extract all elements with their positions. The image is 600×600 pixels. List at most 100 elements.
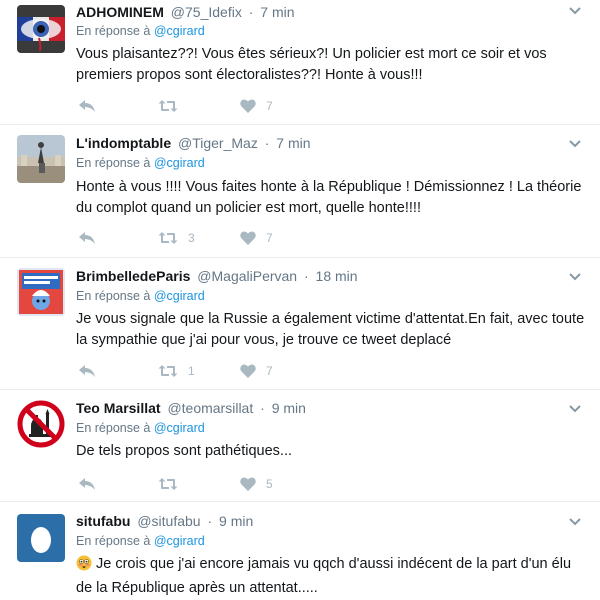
more-options-button[interactable]: [567, 135, 583, 151]
reply-button[interactable]: [78, 97, 96, 115]
reply-to-user-link[interactable]: @cgirard: [154, 24, 205, 38]
chevron-down-icon: [569, 140, 581, 148]
retweet-button[interactable]: 1: [158, 362, 195, 380]
timestamp[interactable]: 18 min: [316, 268, 358, 284]
timestamp[interactable]: 9 min: [219, 513, 253, 529]
avatar[interactable]: [17, 5, 65, 53]
separator-dot: ·: [260, 400, 265, 416]
user-handle[interactable]: @situfabu: [137, 513, 200, 529]
separator-dot: ·: [264, 135, 270, 151]
heart-icon: [240, 99, 256, 113]
reply-icon: [79, 232, 95, 244]
like-button[interactable]: 7: [240, 229, 273, 247]
more-options-button[interactable]: [567, 268, 583, 284]
tweet-text: Je vous signale que la Russie a égalemen…: [76, 311, 585, 348]
separator-dot: ·: [248, 4, 254, 20]
retweet-icon: [158, 365, 178, 377]
retweet-count: 1: [188, 364, 195, 378]
reply-to-user-link[interactable]: @cgirard: [154, 156, 205, 170]
like-button[interactable]: 7: [240, 97, 273, 115]
timestamp[interactable]: 9 min: [272, 400, 306, 416]
heart-icon: [240, 477, 256, 491]
user-handle[interactable]: @MagaliPervan: [197, 268, 297, 284]
retweet-icon: [158, 100, 178, 112]
separator-dot: ·: [303, 268, 309, 284]
retweet-button[interactable]: [158, 475, 188, 493]
heart-icon: [240, 364, 256, 378]
tweet-text: Vous plaisantez??! Vous êtes sérieux?! U…: [76, 46, 547, 83]
tweet-card[interactable]: L'indomptable @Tiger_Maz · 7 min En répo…: [0, 125, 600, 258]
more-options-button[interactable]: [567, 513, 583, 529]
like-count: 7: [266, 231, 273, 245]
tweet-text-content: Je crois que j'ai encore jamais vu qqch …: [76, 556, 572, 596]
reply-context: En réponse à @cgirard: [76, 533, 205, 549]
tweet-card[interactable]: BrimbelledeParis @MagaliPervan · 18 min …: [0, 258, 600, 390]
eye-flag-avatar-icon: [17, 5, 65, 53]
tweet-header: ADHOMINEM @75_Idefix · 7 min: [76, 3, 295, 21]
action-bar: 5: [76, 475, 476, 493]
retweet-button[interactable]: 3: [158, 229, 195, 247]
reply-button[interactable]: [78, 475, 96, 493]
chevron-down-icon: [569, 273, 581, 281]
avatar[interactable]: [17, 514, 65, 562]
reply-prefix: En réponse à: [76, 156, 151, 170]
display-name[interactable]: BrimbelledeParis: [76, 268, 190, 284]
like-count: 5: [266, 477, 273, 491]
reply-prefix: En réponse à: [76, 24, 151, 38]
more-options-button[interactable]: [567, 2, 583, 18]
timestamp[interactable]: 7 min: [260, 4, 294, 20]
chevron-down-icon: [569, 518, 581, 526]
user-handle[interactable]: @75_Idefix: [171, 4, 242, 20]
user-handle[interactable]: @teomarsillat: [167, 400, 253, 416]
display-name[interactable]: situfabu: [76, 513, 130, 529]
tweet-card[interactable]: ADHOMINEM @75_Idefix · 7 min En réponse …: [0, 0, 600, 125]
like-count: 7: [266, 364, 273, 378]
avatar[interactable]: [17, 400, 65, 448]
display-name[interactable]: ADHOMINEM: [76, 4, 164, 20]
tweet-text: Je crois que j'ai encore jamais vu qqch …: [76, 554, 590, 599]
timestamp[interactable]: 7 min: [276, 135, 310, 151]
more-options-button[interactable]: [567, 400, 583, 416]
user-handle[interactable]: @Tiger_Maz: [178, 135, 258, 151]
reply-prefix: En réponse à: [76, 534, 151, 548]
statue-square-avatar-icon: [17, 135, 65, 183]
tweet-feed: ADHOMINEM @75_Idefix · 7 min En réponse …: [0, 0, 600, 600]
retweet-count: 3: [188, 231, 195, 245]
avatar[interactable]: [17, 268, 65, 316]
reply-button[interactable]: [78, 362, 96, 380]
display-name[interactable]: Teo Marsillat: [76, 400, 161, 416]
reply-context: En réponse à @cgirard: [76, 420, 205, 436]
reply-context: En réponse à @cgirard: [76, 23, 205, 39]
like-count: 7: [266, 99, 273, 113]
default-egg-avatar-icon: [17, 514, 65, 562]
reply-to-user-link[interactable]: @cgirard: [154, 421, 205, 435]
tweet-header: BrimbelledeParis @MagaliPervan · 18 min: [76, 267, 358, 285]
action-bar: 7: [76, 97, 476, 115]
reply-to-user-link[interactable]: @cgirard: [154, 534, 205, 548]
tweet-text: Honte à vous !!!! Vous faites honte à la…: [76, 179, 582, 216]
reply-icon: [79, 365, 95, 377]
prohibited-mosque-avatar-icon: [17, 400, 65, 448]
tweet-header: L'indomptable @Tiger_Maz · 7 min: [76, 134, 311, 152]
action-bar: 1 7: [76, 362, 476, 380]
chevron-down-icon: [569, 405, 581, 413]
flushed-face-emoji-icon: [76, 555, 92, 578]
avatar[interactable]: [17, 135, 65, 183]
tweet-card[interactable]: situfabu @situfabu · 9 min En réponse à …: [0, 502, 600, 600]
display-name[interactable]: L'indomptable: [76, 135, 171, 151]
retweet-button[interactable]: [158, 97, 188, 115]
reply-context: En réponse à @cgirard: [76, 288, 205, 304]
tweet-header: situfabu @situfabu · 9 min: [76, 512, 253, 530]
reply-to-user-link[interactable]: @cgirard: [154, 289, 205, 303]
separator-dot: ·: [207, 513, 213, 529]
smurf-poster-avatar-icon: [17, 268, 65, 316]
reply-button[interactable]: [78, 229, 96, 247]
like-button[interactable]: 5: [240, 475, 273, 493]
action-bar: 3 7: [76, 229, 476, 247]
reply-context: En réponse à @cgirard: [76, 155, 205, 171]
reply-icon: [79, 478, 95, 490]
like-button[interactable]: 7: [240, 362, 273, 380]
reply-icon: [79, 100, 95, 112]
retweet-icon: [158, 478, 178, 490]
tweet-card[interactable]: Teo Marsillat @teomarsillat · 9 min En r…: [0, 390, 600, 502]
